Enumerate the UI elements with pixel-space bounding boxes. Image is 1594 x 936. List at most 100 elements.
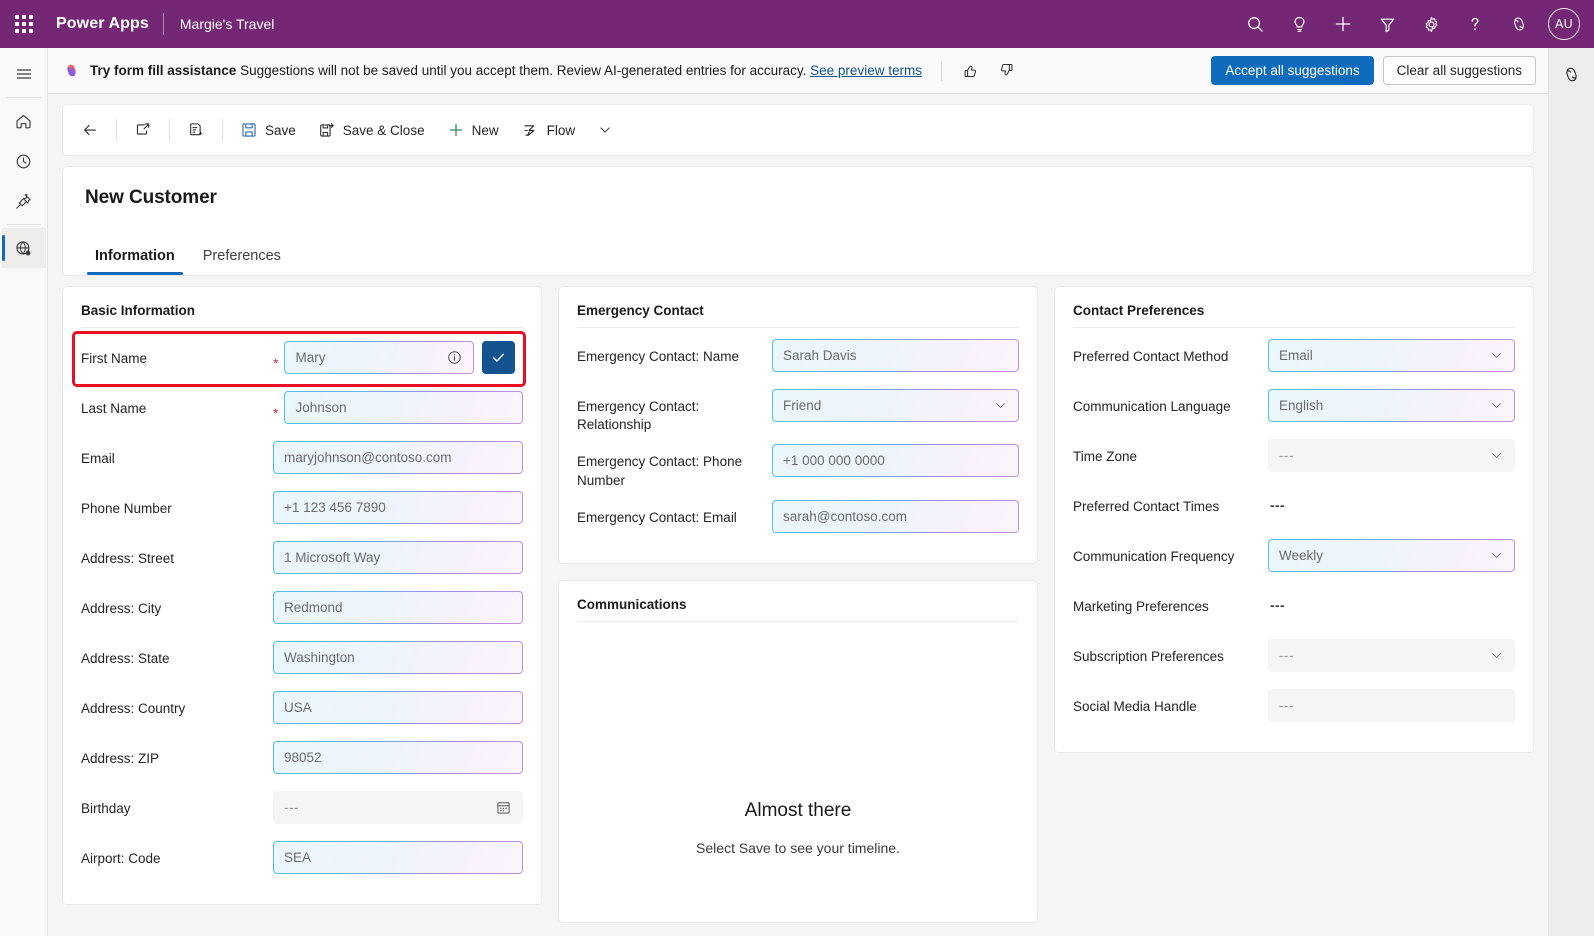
copilot-icon bbox=[1561, 64, 1582, 85]
tab-preferences[interactable]: Preferences bbox=[193, 241, 291, 275]
copilot-panel-button[interactable] bbox=[1554, 56, 1590, 92]
open-in-new-window-button[interactable] bbox=[124, 112, 162, 148]
thumbs-up-icon bbox=[962, 62, 979, 79]
new-plus-icon bbox=[447, 121, 465, 139]
gear-icon bbox=[1422, 15, 1441, 34]
app-name[interactable]: Margie's Travel bbox=[164, 16, 274, 32]
birthday-input[interactable]: --- bbox=[273, 791, 523, 824]
field-control: --- bbox=[1268, 439, 1515, 472]
chevron-down-icon bbox=[597, 122, 613, 138]
right-rail bbox=[1548, 48, 1594, 936]
field-control: * Johnson bbox=[273, 391, 523, 424]
back-button[interactable] bbox=[71, 112, 109, 148]
field-value: --- bbox=[1268, 589, 1285, 613]
field-label: Email bbox=[81, 441, 273, 468]
field-row-social-media-handle: Social Media Handle --- bbox=[1073, 684, 1515, 734]
field-control: SEA bbox=[273, 841, 523, 874]
sidebar-item-menu[interactable] bbox=[2, 54, 46, 94]
field-row-phone-number: Phone Number +1 123 456 7890 bbox=[81, 486, 523, 536]
last-name-input[interactable]: Johnson bbox=[284, 391, 523, 424]
field-label: Address: City bbox=[81, 591, 273, 618]
field-row-marketing-preferences: Marketing Preferences --- bbox=[1073, 584, 1515, 634]
more-commands-button[interactable] bbox=[587, 112, 623, 148]
brand-name[interactable]: Power Apps bbox=[48, 15, 163, 33]
filter-button[interactable] bbox=[1366, 3, 1408, 45]
settings-button[interactable] bbox=[1410, 3, 1452, 45]
form-fill-icon bbox=[187, 121, 205, 139]
section-contact-preferences: Contact Preferences Preferred Contact Me… bbox=[1054, 286, 1534, 753]
thumbs-up-button[interactable] bbox=[957, 57, 984, 84]
field-label: Marketing Preferences bbox=[1073, 589, 1268, 616]
form-scroll-region[interactable]: Save Save & Close New bbox=[48, 94, 1548, 936]
field-control: +1 123 456 7890 bbox=[273, 491, 523, 524]
copilot-icon bbox=[1509, 14, 1529, 34]
emergency-contact-relationship-select[interactable]: Friend bbox=[772, 389, 1019, 422]
communication-frequency-select[interactable]: Weekly bbox=[1268, 539, 1515, 572]
save-and-close-button[interactable]: Save & Close bbox=[308, 112, 435, 148]
field-value: SEA bbox=[284, 850, 512, 865]
section-title: Emergency Contact bbox=[577, 303, 1019, 327]
command-divider-2 bbox=[169, 119, 170, 141]
new-label: New bbox=[472, 123, 499, 138]
sidebar-item-home[interactable] bbox=[2, 101, 46, 141]
field-value: Friend bbox=[783, 398, 987, 413]
plus-icon bbox=[1333, 14, 1353, 34]
sidebar-item-recent[interactable] bbox=[2, 141, 46, 181]
help-button[interactable] bbox=[1454, 3, 1496, 45]
insights-button[interactable] bbox=[1278, 3, 1320, 45]
user-avatar[interactable]: AU bbox=[1548, 8, 1580, 40]
tab-information[interactable]: Information bbox=[85, 241, 185, 275]
save-label: Save bbox=[265, 123, 296, 138]
app-launcher-button[interactable] bbox=[0, 0, 48, 48]
emergency-contact-email-input[interactable]: sarah@contoso.com bbox=[772, 500, 1019, 533]
accept-all-suggestions-button[interactable]: Accept all suggestions bbox=[1211, 56, 1373, 85]
column-emergency-and-communications: Emergency Contact Emergency Contact: Nam… bbox=[558, 286, 1038, 923]
thumbs-down-button[interactable] bbox=[993, 57, 1020, 84]
sidebar-item-customers[interactable] bbox=[2, 228, 46, 268]
preferred-contact-method-select[interactable]: Email bbox=[1268, 339, 1515, 372]
waffle-icon bbox=[15, 15, 33, 33]
time-zone-select[interactable]: --- bbox=[1268, 439, 1515, 472]
form-fill-assistance-button[interactable] bbox=[177, 112, 215, 148]
address-country-input[interactable]: USA bbox=[273, 691, 523, 724]
quick-create-button[interactable] bbox=[1322, 3, 1364, 45]
accept-suggestion-button[interactable] bbox=[482, 341, 515, 374]
save-icon bbox=[240, 121, 258, 139]
search-button[interactable] bbox=[1234, 3, 1276, 45]
copilot-button[interactable] bbox=[1498, 3, 1540, 45]
info-icon[interactable] bbox=[446, 349, 463, 366]
field-value: +1 123 456 7890 bbox=[284, 500, 512, 515]
field-label: Last Name bbox=[81, 391, 273, 418]
address-zip-input[interactable]: 98052 bbox=[273, 741, 523, 774]
email-input[interactable]: maryjohnson@contoso.com bbox=[273, 441, 523, 474]
calendar-icon[interactable] bbox=[495, 799, 512, 816]
subscription-preferences-select[interactable]: --- bbox=[1268, 639, 1515, 672]
address-state-input[interactable]: Washington bbox=[273, 641, 523, 674]
clear-all-suggestions-button[interactable]: Clear all suggestions bbox=[1383, 56, 1536, 85]
section-basic-information: Basic Information First Name * Mary bbox=[62, 286, 542, 905]
first-name-input[interactable]: Mary bbox=[284, 341, 474, 374]
hamburger-menu-icon bbox=[14, 64, 34, 84]
search-icon bbox=[1246, 15, 1265, 34]
sidebar-item-pinned[interactable] bbox=[2, 181, 46, 221]
flow-icon bbox=[521, 121, 540, 140]
emergency-contact-phone-input[interactable]: +1 000 000 0000 bbox=[772, 444, 1019, 477]
flow-button[interactable]: Flow bbox=[511, 112, 586, 148]
preview-terms-link[interactable]: See preview terms bbox=[810, 63, 922, 78]
save-button[interactable]: Save bbox=[230, 112, 306, 148]
phone-number-input[interactable]: +1 123 456 7890 bbox=[273, 491, 523, 524]
communication-language-select[interactable]: English bbox=[1268, 389, 1515, 422]
address-city-input[interactable]: Redmond bbox=[273, 591, 523, 624]
rail-divider-2 bbox=[7, 224, 41, 225]
field-control: sarah@contoso.com bbox=[772, 500, 1019, 533]
save-and-close-label: Save & Close bbox=[343, 123, 425, 138]
command-bar: Save Save & Close New bbox=[62, 104, 1534, 156]
social-media-handle-input[interactable]: --- bbox=[1268, 689, 1515, 722]
address-street-input[interactable]: 1 Microsoft Way bbox=[273, 541, 523, 574]
section-rule bbox=[577, 327, 1019, 328]
emergency-contact-name-input[interactable]: Sarah Davis bbox=[772, 339, 1019, 372]
field-value: Mary bbox=[295, 350, 440, 365]
field-value: 98052 bbox=[284, 750, 512, 765]
airport-code-input[interactable]: SEA bbox=[273, 841, 523, 874]
new-button[interactable]: New bbox=[437, 112, 509, 148]
